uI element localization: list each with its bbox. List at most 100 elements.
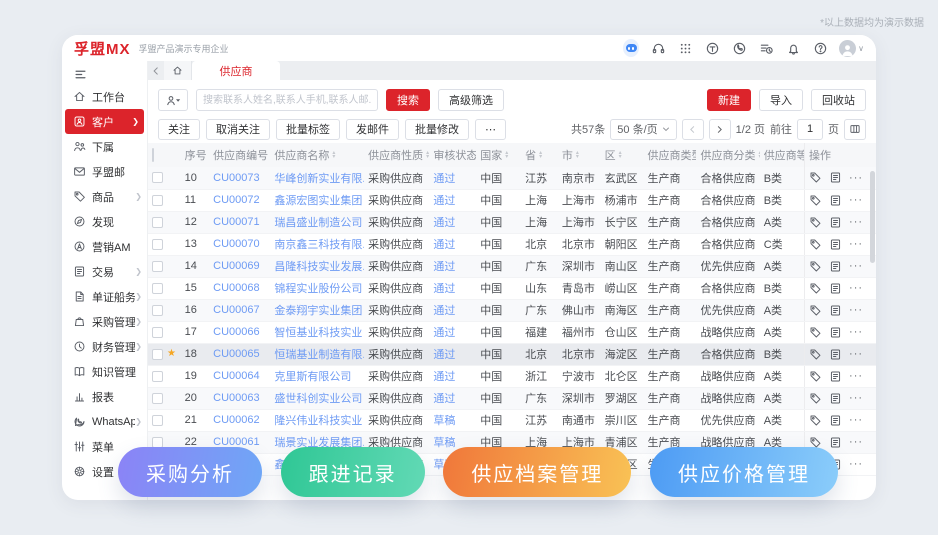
form-icon[interactable] (829, 171, 842, 184)
import-button[interactable]: 导入 (759, 89, 803, 111)
more-icon[interactable]: ··· (849, 326, 863, 338)
headset-icon[interactable] (650, 40, 666, 56)
cell-status[interactable]: 通过 (433, 173, 455, 185)
more-icon[interactable]: ··· (849, 392, 863, 404)
cell-status[interactable]: 通过 (433, 327, 455, 339)
more-actions-button[interactable]: ⋯ (475, 118, 506, 140)
sidebar-item-发现[interactable]: 发现 (62, 209, 147, 234)
sort-icon[interactable]: ▴▾ (426, 150, 429, 160)
phone-icon[interactable] (731, 40, 747, 56)
row-checkbox[interactable] (152, 304, 163, 316)
column-header-status[interactable]: 审核状态▴▾ (429, 143, 477, 167)
more-icon[interactable]: ··· (849, 282, 863, 294)
more-icon[interactable]: ··· (849, 304, 863, 316)
action-button-关注[interactable]: 关注 (158, 118, 200, 140)
row-checkbox[interactable] (152, 216, 163, 228)
translate-icon[interactable] (704, 40, 720, 56)
cell-name[interactable]: 克里斯有限公司 (274, 371, 351, 383)
cell-name[interactable]: 昌隆科技实业发展... (274, 261, 364, 273)
page-size-select[interactable]: 50 条/页 (610, 118, 677, 140)
cell-name[interactable]: 南京鑫三科技有限... (274, 239, 364, 251)
cell-name[interactable]: 瑞昌盛业制造公司 (274, 217, 362, 229)
cell-status[interactable]: 通过 (433, 393, 455, 405)
more-icon[interactable]: ··· (849, 216, 863, 228)
ai-assistant-icon[interactable] (623, 39, 640, 57)
tag-icon[interactable] (809, 414, 822, 427)
form-icon[interactable] (829, 414, 842, 427)
column-settings-button[interactable] (844, 118, 866, 140)
more-icon[interactable]: ··· (849, 414, 863, 426)
cell-name[interactable]: 锦程实业股份公司 (274, 283, 362, 295)
row-checkbox[interactable] (152, 414, 163, 426)
more-icon[interactable]: ··· (849, 436, 863, 448)
column-header-city[interactable]: 市 ▴ ▾ (557, 143, 601, 167)
sidebar-collapse-icon[interactable] (62, 64, 147, 84)
contact-filter-button[interactable] (158, 89, 188, 111)
action-button-取消关注[interactable]: 取消关注 (206, 118, 270, 140)
column-header-province[interactable]: 省 ▴ ▾ (521, 143, 558, 167)
more-icon[interactable]: ··· (849, 194, 863, 206)
goto-page-input[interactable] (797, 118, 823, 140)
form-icon[interactable] (829, 304, 842, 317)
cell-name[interactable]: 隆兴伟业科技实业 (274, 415, 362, 427)
cell-name[interactable]: 智恒基业科技实业 (274, 327, 362, 339)
prev-page-button[interactable] (681, 118, 704, 140)
pill-button-跟进记录[interactable]: 跟进记录 (280, 447, 425, 497)
select-all-checkbox[interactable] (152, 148, 154, 162)
form-icon[interactable] (829, 260, 842, 273)
apps-grid-icon[interactable] (677, 40, 693, 56)
cell-name[interactable]: 盛世科创实业公司 (274, 393, 362, 405)
tag-icon[interactable] (809, 326, 822, 339)
cell-code[interactable]: CU00066 (213, 326, 259, 338)
tag-icon[interactable] (809, 304, 822, 317)
column-header-country[interactable]: 国家 ▴ ▾ (476, 143, 522, 167)
sidebar-item-知识管理[interactable]: 知识管理 (62, 359, 147, 384)
search-button[interactable]: 搜索 (386, 89, 430, 111)
advanced-filter-button[interactable]: 高级筛选 (438, 89, 504, 111)
cell-name[interactable]: 华峰创新实业有限... (274, 173, 364, 185)
row-checkbox[interactable] (152, 282, 163, 294)
form-icon[interactable] (829, 238, 842, 251)
sort-icon[interactable]: ▴▾ (505, 150, 508, 160)
row-checkbox[interactable] (152, 194, 163, 206)
help-icon[interactable] (812, 40, 828, 56)
create-button[interactable]: 新建 (707, 89, 751, 111)
column-header-code[interactable]: 供应商编号▴▾ (209, 143, 271, 167)
pill-button-供应价格管理[interactable]: 供应价格管理 (649, 447, 838, 497)
pill-button-采购分析[interactable]: 采购分析 (118, 447, 262, 497)
sidebar-item-工作台[interactable]: 工作台 (62, 84, 147, 109)
cell-code[interactable]: CU00072 (213, 194, 259, 206)
cell-code[interactable]: CU00065 (213, 348, 259, 360)
form-icon[interactable] (829, 326, 842, 339)
cell-code[interactable]: CU00071 (213, 216, 259, 228)
more-icon[interactable]: ··· (849, 458, 863, 470)
sidebar-item-交易[interactable]: 交易 ❯ (62, 259, 147, 284)
more-icon[interactable]: ··· (849, 172, 863, 184)
cell-status[interactable]: 通过 (433, 283, 455, 295)
tag-icon[interactable] (809, 282, 822, 295)
cell-code[interactable]: CU00067 (213, 304, 259, 316)
next-page-button[interactable] (708, 118, 731, 140)
cell-name[interactable]: 金泰翔宇实业集团 (274, 305, 362, 317)
cell-name[interactable]: 恒瑞基业制造有限... (274, 349, 364, 361)
form-icon[interactable] (829, 348, 842, 361)
cell-code[interactable]: CU00070 (213, 238, 259, 250)
cell-status[interactable]: 通过 (433, 239, 455, 251)
column-header-category[interactable]: 供应商分类▴▾ (696, 143, 760, 167)
cell-name[interactable]: 鑫源宏图实业集团 (274, 195, 362, 207)
sidebar-item-商品[interactable]: 商品 ❯ (62, 184, 147, 209)
form-icon[interactable] (829, 216, 842, 229)
tag-icon[interactable] (809, 392, 822, 405)
row-checkbox[interactable] (152, 172, 163, 184)
avatar-icon[interactable]: ∨ (839, 39, 864, 57)
tag-icon[interactable] (809, 370, 822, 383)
tag-icon[interactable] (809, 216, 822, 229)
search-input[interactable] (196, 89, 378, 111)
sidebar-item-采购管理[interactable]: 采购管理 ❯ (62, 309, 147, 334)
row-checkbox[interactable] (152, 348, 163, 360)
row-checkbox[interactable] (152, 370, 163, 382)
more-icon[interactable]: ··· (849, 238, 863, 250)
tag-icon[interactable] (809, 260, 822, 273)
cell-code[interactable]: CU00064 (213, 370, 259, 382)
sort-icon[interactable]: ▴▾ (576, 150, 579, 160)
